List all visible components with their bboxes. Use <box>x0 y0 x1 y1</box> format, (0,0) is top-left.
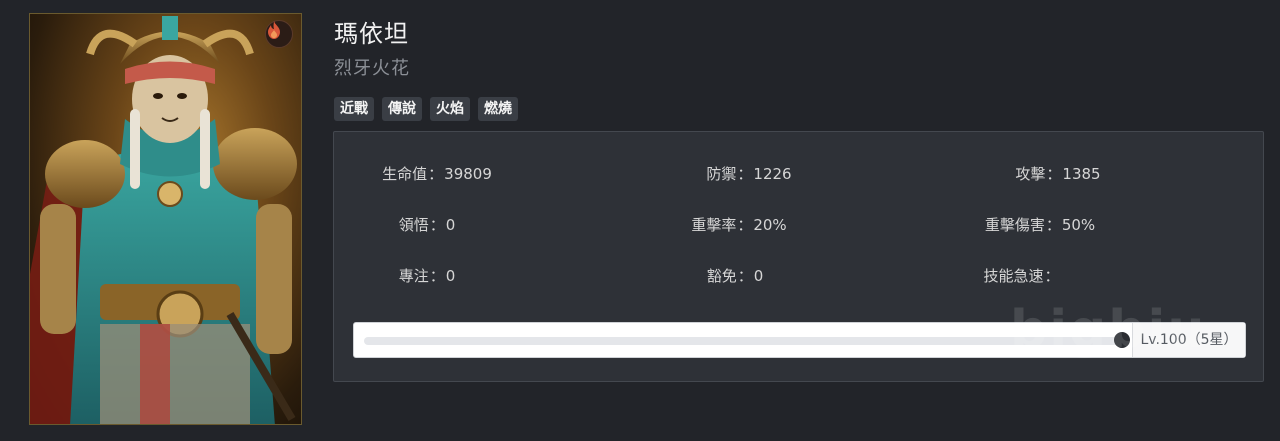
stat-crit-damage: 重擊傷害：50% <box>985 214 1095 235</box>
stat-separator: ： <box>737 216 753 234</box>
stat-focus-label: 專注 <box>398 267 429 285</box>
stat-separator: ： <box>1044 267 1060 285</box>
stat-separator: ： <box>1045 216 1061 234</box>
tag-element: 火焰 <box>430 97 470 121</box>
stat-separator: ： <box>429 267 445 285</box>
fire-element-badge <box>265 20 293 48</box>
stat-separator: ： <box>737 165 753 183</box>
stat-separator: ： <box>429 216 445 234</box>
tag-rarity: 傳說 <box>382 97 422 121</box>
stat-focus: 專注：0 <box>399 265 456 286</box>
stat-skill-haste-label: 技能急速 <box>983 267 1044 285</box>
stat-defense: 防禦：1226 <box>706 163 791 184</box>
stat-separator: ： <box>428 165 444 183</box>
level-slider[interactable]: Lv.100（5星） <box>353 322 1246 358</box>
stats-panel: 生命值：39809 防禦：1226 攻擊：1385 領悟：0 重擊率：20% 重… <box>333 131 1264 382</box>
tag-effect: 燃燒 <box>478 97 518 121</box>
hero-portrait-art <box>30 16 297 424</box>
stat-defense-value: 1226 <box>753 165 792 183</box>
fire-icon <box>268 21 280 39</box>
stat-insight-value: 0 <box>445 216 456 234</box>
stat-defense-label: 防禦 <box>706 165 737 183</box>
stat-attack-label: 攻擊 <box>1015 165 1046 183</box>
hero-name: 瑪依坦 <box>334 20 409 48</box>
stat-hp: 生命值：39809 <box>382 163 492 184</box>
stat-immunity: 豁免：0 <box>707 265 764 286</box>
stat-attack: 攻擊：1385 <box>1015 163 1100 184</box>
hero-subtitle: 烈牙火花 <box>334 58 410 79</box>
stat-immunity-value: 0 <box>753 267 764 285</box>
stat-crit-rate-label: 重擊率 <box>691 216 737 234</box>
level-slider-track[interactable] <box>364 337 1122 345</box>
tag-melee: 近戰 <box>334 97 374 121</box>
hero-tags: 近戰 傳說 火焰 燃燒 <box>334 97 518 121</box>
stat-insight-label: 領悟 <box>398 216 429 234</box>
stat-crit-damage-label: 重擊傷害 <box>984 216 1045 234</box>
hero-portrait <box>29 13 302 425</box>
stat-skill-haste: 技能急速： <box>983 265 1060 286</box>
stat-separator: ： <box>1046 165 1062 183</box>
stat-attack-value: 1385 <box>1062 165 1101 183</box>
level-slider-thumb[interactable] <box>1114 332 1130 348</box>
level-label: Lv.100（5星） <box>1132 323 1245 357</box>
stat-crit-rate-value: 20% <box>753 216 787 234</box>
stat-crit-rate: 重擊率：20% <box>691 214 786 235</box>
stat-insight: 領悟：0 <box>399 214 456 235</box>
stat-immunity-label: 豁免 <box>706 267 737 285</box>
stat-hp-label: 生命值 <box>382 165 428 183</box>
stat-focus-value: 0 <box>445 267 456 285</box>
stat-separator: ： <box>737 267 753 285</box>
stat-hp-value: 39809 <box>444 165 492 183</box>
stat-crit-damage-value: 50% <box>1061 216 1096 234</box>
